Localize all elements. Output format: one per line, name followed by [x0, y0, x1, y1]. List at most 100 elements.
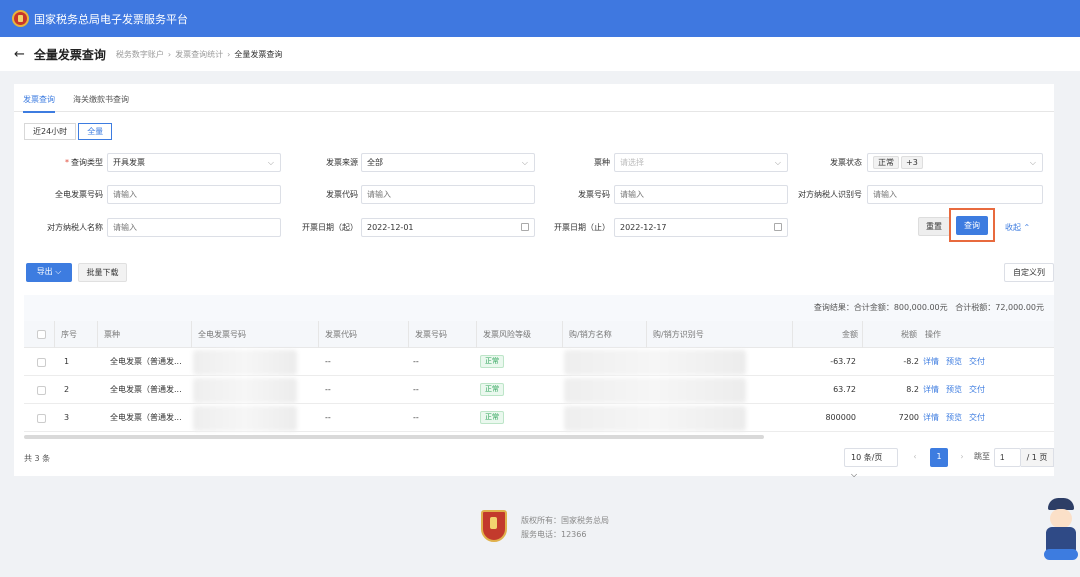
full-invoice-no-label: 全电发票号码	[55, 190, 103, 199]
export-button[interactable]: 导出 ⌵	[26, 263, 72, 282]
row-code: --	[325, 357, 331, 366]
col-party-id: 购/销方识别号	[646, 321, 792, 348]
page-size-select[interactable]: 10 条/页 ⌵	[844, 448, 898, 479]
arrow-left-icon[interactable]: ←	[14, 47, 25, 62]
risk-badge: 正常	[480, 355, 504, 368]
next-page-icon[interactable]: ›	[955, 448, 969, 467]
redacted-block	[564, 378, 746, 403]
top-bar: 国家税务总局电子发票服务平台	[0, 0, 1080, 37]
batch-download-button[interactable]: 批量下载	[78, 263, 127, 282]
row-tax: 7200	[898, 413, 919, 422]
row-no: 2	[64, 385, 70, 394]
page-1-button[interactable]: 1	[930, 448, 948, 467]
preview-link[interactable]: 预览	[946, 413, 962, 422]
counterparty-tax-id-input[interactable]	[867, 185, 1043, 204]
table-row: 3 全电发票（普通发... -- -- 正常 800000 7200 详情 预览交…	[24, 404, 1054, 432]
page-count: / 1 页	[1021, 448, 1054, 467]
detail-link[interactable]: 详情	[923, 413, 939, 422]
redacted-block	[193, 350, 297, 375]
chevron-down-icon: ⌵	[267, 158, 274, 167]
full-invoice-no-input[interactable]	[107, 185, 281, 204]
invoice-no-input[interactable]	[614, 185, 788, 204]
collapse-link[interactable]: 收起 ⌃	[1005, 222, 1030, 233]
row-checkbox[interactable]	[37, 414, 46, 423]
col-invoice-code: 发票代码	[318, 321, 408, 348]
col-ticket-type: 票种	[97, 321, 191, 348]
calendar-icon	[774, 223, 782, 231]
chevron-down-icon: ⌵	[1029, 158, 1036, 167]
deliver-link[interactable]: 交付	[969, 413, 985, 422]
tab-customs-query[interactable]: 海关缴款书查询	[73, 94, 129, 105]
app-title: 国家税务总局电子发票服务平台	[34, 12, 188, 26]
row-code: --	[325, 385, 331, 394]
redacted-block	[193, 406, 297, 431]
row-amount: -63.72	[830, 357, 856, 366]
table-row: 1 全电发票（普通发... -- -- 正常 -63.72 -8.2 详情 预览交…	[24, 348, 1054, 376]
breadcrumb-item[interactable]: 发票查询统计	[175, 50, 223, 59]
detail-link[interactable]: 详情	[923, 357, 939, 366]
select-all-checkbox[interactable]	[37, 330, 46, 339]
custom-columns-button[interactable]: 自定义列	[1004, 263, 1054, 282]
row-tax: 8.2	[906, 385, 919, 394]
preview-link[interactable]: 预览	[946, 357, 962, 366]
chevron-down-icon: ⌵	[55, 267, 62, 276]
total-count: 共 3 条	[24, 454, 51, 463]
invoice-status-select[interactable]: 正常 +3 ⌵	[867, 153, 1043, 172]
row-type: 全电发票（普通发...	[110, 385, 182, 394]
calendar-icon	[521, 223, 529, 231]
row-code: --	[325, 413, 331, 422]
goto-label: 跳至	[974, 452, 990, 461]
range-24h-button[interactable]: 近24小时	[24, 123, 77, 140]
table-row: 2 全电发票（普通发... -- -- 正常 63.72 8.2 详情 预览 交付	[24, 376, 1054, 404]
tax-emblem-icon	[12, 10, 29, 27]
breadcrumb-current: 全量发票查询	[234, 49, 283, 59]
counterparty-name-input[interactable]	[107, 218, 281, 237]
preview-link[interactable]: 预览	[946, 385, 962, 394]
query-type-select[interactable]: 开具发票 ⌵	[107, 153, 281, 172]
horizontal-scrollbar[interactable]	[24, 435, 764, 439]
risk-badge: 正常	[480, 383, 504, 396]
detail-link[interactable]: 详情	[923, 385, 939, 394]
risk-badge: 正常	[480, 411, 504, 424]
deliver-link[interactable]: 交付	[969, 357, 985, 366]
invoice-source-label: 发票来源	[326, 158, 358, 167]
row-type: 全电发票（普通发...	[110, 413, 182, 422]
ticket-type-select[interactable]: 请选择 ⌵	[614, 153, 788, 172]
date-start-picker[interactable]: 2022-12-01	[361, 218, 535, 237]
row-checkbox[interactable]	[37, 386, 46, 395]
range-all-button[interactable]: 全量	[78, 123, 113, 140]
col-invoice-no: 发票号码	[408, 321, 476, 348]
col-full-invoice-no: 全电发票号码	[191, 321, 318, 348]
row-number: --	[413, 357, 419, 366]
col-no: 序号	[54, 321, 97, 348]
invoice-source-select[interactable]: 全部 ⌵	[361, 153, 535, 172]
query-button[interactable]: 查询	[956, 216, 988, 235]
col-risk-level: 发票风险等级	[476, 321, 562, 348]
footer-copyright: 版权所有：国家税务总局	[521, 516, 609, 525]
assistant-mascot-icon[interactable]	[1042, 498, 1080, 562]
status-more-tag: +3	[901, 156, 923, 169]
counterparty-name-label: 对方纳税人名称	[47, 223, 103, 232]
row-type: 全电发票（普通发...	[110, 357, 182, 366]
goto-page-input[interactable]	[994, 448, 1021, 467]
counterparty-tax-id-label: 对方纳税人识别号	[798, 190, 862, 199]
col-party-name: 购/销方名称	[562, 321, 646, 348]
row-tax: -8.2	[903, 357, 919, 366]
chevron-right-icon: ›	[167, 49, 172, 59]
reset-button[interactable]: 重置	[918, 217, 950, 236]
row-checkbox[interactable]	[37, 358, 46, 367]
status-tag[interactable]: 正常	[873, 156, 899, 169]
tab-invoice-query[interactable]: 发票查询	[23, 94, 55, 113]
date-end-picker[interactable]: 2022-12-17	[614, 218, 788, 237]
tab-bar: 发票查询 海关缴款书查询	[14, 84, 1054, 113]
result-summary: 查询结果：合计金额：800,000.00元 合计税额：72,000.00元	[24, 295, 1054, 321]
deliver-link[interactable]: 交付	[969, 385, 985, 394]
col-tax: 税额	[862, 321, 919, 348]
invoice-code-label: 发票代码	[326, 190, 358, 199]
redacted-block	[564, 350, 746, 375]
chevron-down-icon: ⌵	[521, 158, 528, 167]
prev-page-icon[interactable]: ‹	[908, 448, 922, 467]
breadcrumb-item[interactable]: 税务数字账户	[116, 50, 164, 59]
invoice-code-input[interactable]	[361, 185, 535, 204]
row-amount: 63.72	[833, 385, 856, 394]
